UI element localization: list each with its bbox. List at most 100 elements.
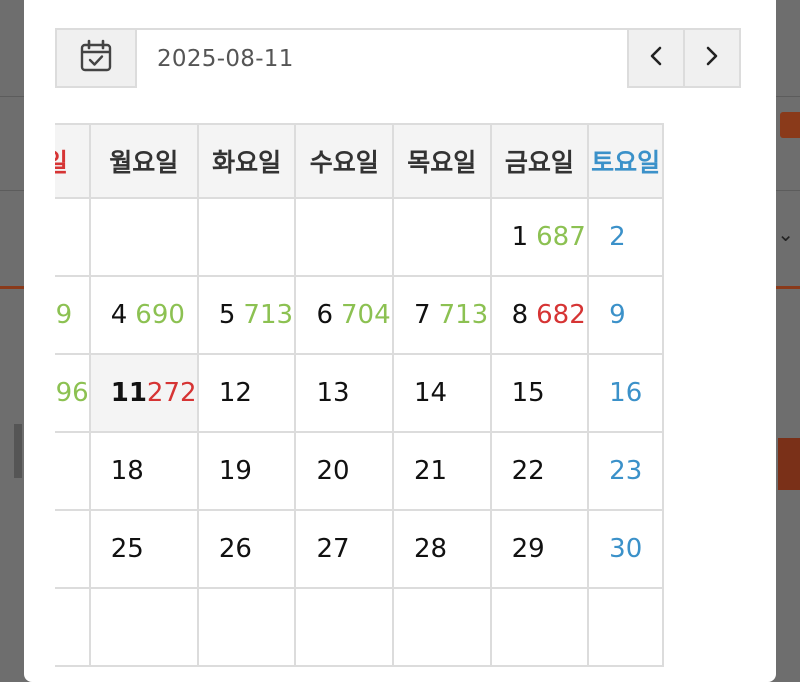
day-cell[interactable]: 13 xyxy=(294,353,395,433)
day-cell xyxy=(489,587,590,667)
day-cell[interactable]: 8 682 xyxy=(489,275,590,355)
week-row: 31 xyxy=(55,587,664,667)
day-cell[interactable]: 10696 xyxy=(55,353,91,433)
day-number: 5 xyxy=(218,300,236,330)
day-cell[interactable]: 17 xyxy=(55,431,91,511)
day-cell xyxy=(587,587,664,667)
day-number: 4 xyxy=(110,300,128,330)
weekday-header-sunday: 일요일 xyxy=(55,123,91,199)
datepicker-toolbar xyxy=(55,28,741,88)
week-row: 1 687 2 xyxy=(55,197,664,277)
calendar-button[interactable] xyxy=(57,30,137,86)
day-cell xyxy=(196,587,297,667)
weekday-header-thursday: 목요일 xyxy=(392,123,492,199)
day-number: 30 xyxy=(609,534,643,564)
day-cell[interactable]: 31 xyxy=(55,587,91,667)
day-cell[interactable]: 7 713 xyxy=(392,275,492,355)
day-number: 29 xyxy=(511,534,545,564)
day-number: 20 xyxy=(316,456,350,486)
day-cell[interactable]: 26 xyxy=(196,509,297,589)
day-number: 11 xyxy=(110,378,147,408)
day-count: 682 xyxy=(536,300,586,330)
day-cell[interactable]: 5 713 xyxy=(196,275,297,355)
day-count: 690 xyxy=(135,300,185,330)
chevron-left-icon xyxy=(648,46,664,70)
day-cell[interactable]: 14 xyxy=(392,353,492,433)
week-row: 24 25 26 27 28 29 30 xyxy=(55,509,664,589)
week-row: 10696112721213141516 xyxy=(55,353,664,433)
day-number: 13 xyxy=(316,378,350,408)
day-cell xyxy=(88,587,199,667)
day-cell[interactable]: 27 xyxy=(294,509,395,589)
day-number: 12 xyxy=(218,378,252,408)
weekday-header-saturday: 토요일 xyxy=(587,123,664,199)
day-number: 16 xyxy=(609,378,643,408)
day-number: 9 xyxy=(609,300,626,330)
day-number: 7 xyxy=(414,300,431,330)
day-cell[interactable]: 18 xyxy=(88,431,199,511)
weekday-header-friday: 금요일 xyxy=(489,123,590,199)
calendar-grid: 일요일 월요일 화요일 수요일 목요일 금요일 토요일 168723689469… xyxy=(55,123,743,682)
chevron-right-icon xyxy=(704,46,720,70)
day-number: 23 xyxy=(609,456,643,486)
day-cell[interactable]: 4 690 xyxy=(88,275,199,355)
day-cell[interactable]: 30 xyxy=(587,509,664,589)
day-cell[interactable]: 22 xyxy=(489,431,590,511)
day-count: 272 xyxy=(146,378,197,408)
day-cell[interactable]: 9 xyxy=(587,275,664,355)
day-number: 22 xyxy=(511,456,545,486)
day-cell[interactable]: 25 xyxy=(88,509,199,589)
day-cell[interactable]: 2 xyxy=(587,197,664,277)
weekday-header-wednesday: 수요일 xyxy=(294,123,395,199)
day-cell[interactable]: 12 xyxy=(196,353,297,433)
day-number: 26 xyxy=(218,534,252,564)
day-cell xyxy=(392,197,492,277)
week-row: 17 18 19 20 21 22 23 xyxy=(55,431,664,511)
day-number: 14 xyxy=(414,378,448,408)
calendar-table: 일요일 월요일 화요일 수요일 목요일 금요일 토요일 168723689469… xyxy=(55,123,664,667)
day-cell[interactable]: 21 xyxy=(392,431,492,511)
day-cell xyxy=(392,587,492,667)
day-cell xyxy=(88,197,199,277)
day-count: 689 xyxy=(55,300,73,330)
day-cell[interactable]: 29 xyxy=(489,509,590,589)
day-cell[interactable]: 1 687 xyxy=(489,197,590,277)
day-number: 1 xyxy=(511,222,529,252)
day-number: 18 xyxy=(110,456,144,486)
prev-month-button[interactable] xyxy=(627,30,683,86)
day-cell[interactable]: 3689 xyxy=(55,275,91,355)
day-number: 2 xyxy=(609,222,626,252)
day-number: 28 xyxy=(414,534,448,564)
day-cell[interactable]: 16 xyxy=(587,353,664,433)
day-count: 696 xyxy=(55,378,89,408)
week-row: 3689469057136704771386829 xyxy=(55,275,664,355)
day-count: 713 xyxy=(243,300,294,330)
background-chevron-icon: ⌄ xyxy=(777,222,794,246)
day-cell[interactable]: 28 xyxy=(392,509,492,589)
day-number: 15 xyxy=(511,378,545,408)
weekday-header-tuesday: 화요일 xyxy=(196,123,297,199)
day-cell[interactable]: 20 xyxy=(294,431,395,511)
day-number: 19 xyxy=(218,456,252,486)
day-number: 21 xyxy=(414,456,448,486)
date-input[interactable] xyxy=(137,30,627,88)
datepicker-modal: 일요일 월요일 화요일 수요일 목요일 금요일 토요일 168723689469… xyxy=(24,0,776,682)
next-month-button[interactable] xyxy=(683,30,739,86)
day-cell xyxy=(294,197,395,277)
day-cell[interactable]: 6 704 xyxy=(294,275,395,355)
background-block xyxy=(14,424,22,478)
day-cell[interactable]: 24 xyxy=(55,509,91,589)
day-cell[interactable]: 19 xyxy=(196,431,297,511)
day-cell[interactable]: 23 xyxy=(587,431,664,511)
day-number: 6 xyxy=(316,300,333,330)
day-cell-selected[interactable]: 11272 xyxy=(88,353,199,433)
day-number: 8 xyxy=(511,300,529,330)
day-count: 713 xyxy=(438,300,489,330)
day-cell xyxy=(55,197,91,277)
day-count: 687 xyxy=(536,222,586,252)
weekday-header-row: 일요일 월요일 화요일 수요일 목요일 금요일 토요일 xyxy=(55,123,664,199)
day-cell xyxy=(294,587,395,667)
background-badge xyxy=(780,112,800,138)
day-cell[interactable]: 15 xyxy=(489,353,590,433)
day-number: 25 xyxy=(110,534,144,564)
